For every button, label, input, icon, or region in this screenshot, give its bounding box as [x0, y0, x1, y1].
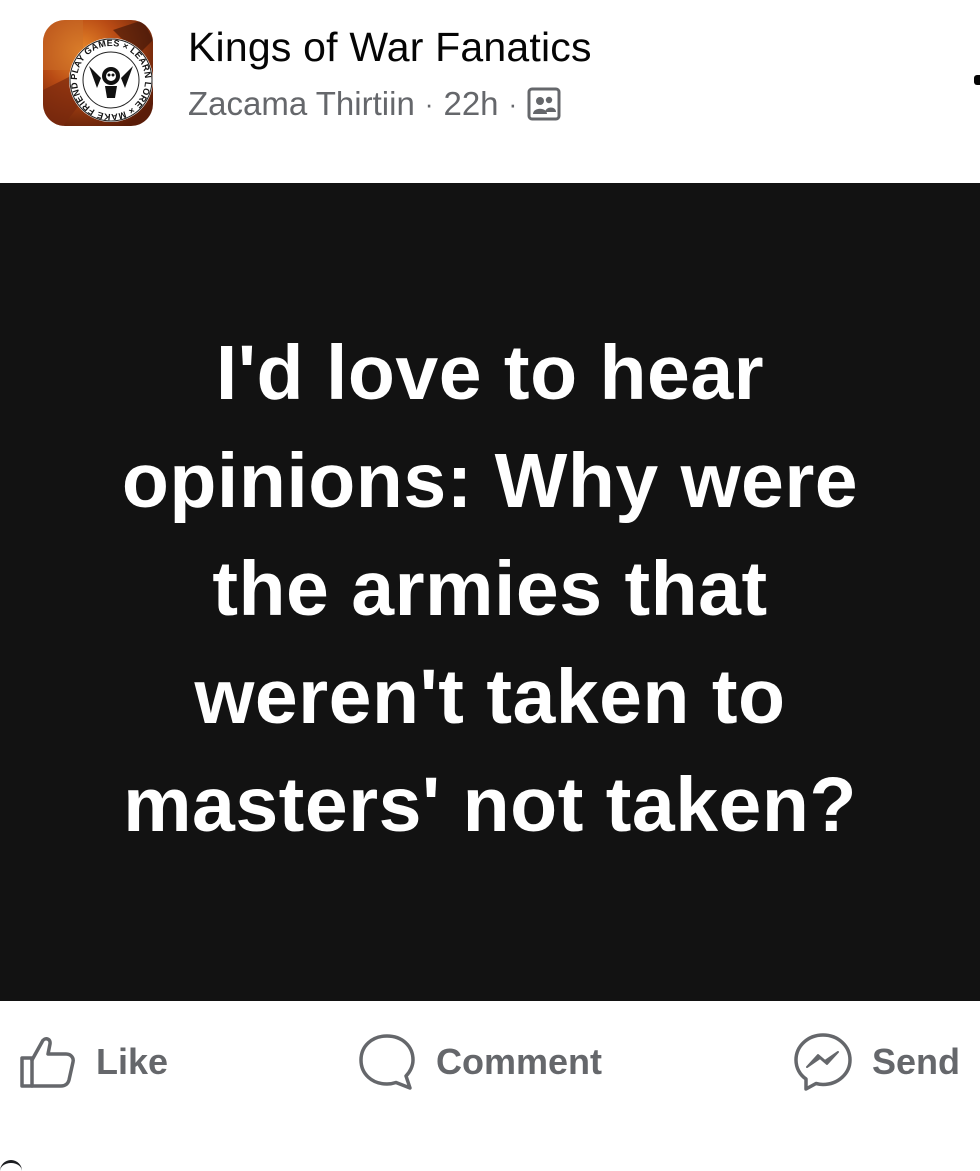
post-header: PLAY GAMES × LEARN LORE × MAKE FRIENDS ×…: [0, 0, 980, 183]
post-line: opinions: Why were: [121, 438, 859, 524]
messenger-icon: [792, 1031, 854, 1093]
author-name[interactable]: Zacama Thirtiin: [188, 85, 415, 123]
send-button[interactable]: Send: [792, 1029, 960, 1095]
more-options-icon[interactable]: [974, 75, 980, 85]
post-text: I'd love to hear opinions: Why were the …: [40, 319, 940, 859]
post-text-card: I'd love to hear opinions: Why were the …: [0, 183, 980, 1001]
post-line: the armies that: [212, 546, 768, 632]
post-meta: Zacama Thirtiin · 22h ·: [188, 84, 561, 124]
comment-button[interactable]: Comment: [356, 1029, 602, 1095]
post-time[interactable]: 22h: [443, 85, 498, 123]
like-label: Like: [96, 1041, 169, 1082]
post-action-bar: Like Comment Send: [0, 1001, 980, 1131]
thumbs-up-icon: [18, 1032, 78, 1092]
meta-separator: ·: [508, 88, 518, 119]
comment-bubble-icon: [356, 1031, 418, 1093]
group-name[interactable]: Kings of War Fanatics: [188, 24, 592, 71]
group-avatar[interactable]: PLAY GAMES × LEARN LORE × MAKE FRIENDS ×: [43, 20, 153, 126]
next-post-edge: [0, 1160, 22, 1171]
post-line: masters' not taken?: [123, 762, 857, 848]
group-logo: PLAY GAMES × LEARN LORE × MAKE FRIENDS ×: [43, 20, 153, 126]
post-line: weren't taken to: [194, 654, 786, 740]
comment-label: Comment: [436, 1041, 603, 1082]
meta-separator: ·: [424, 88, 434, 119]
like-button[interactable]: Like: [18, 1029, 168, 1095]
group-members-icon: [527, 87, 561, 121]
post-line: I'd love to hear: [215, 330, 765, 416]
send-label: Send: [872, 1041, 961, 1082]
